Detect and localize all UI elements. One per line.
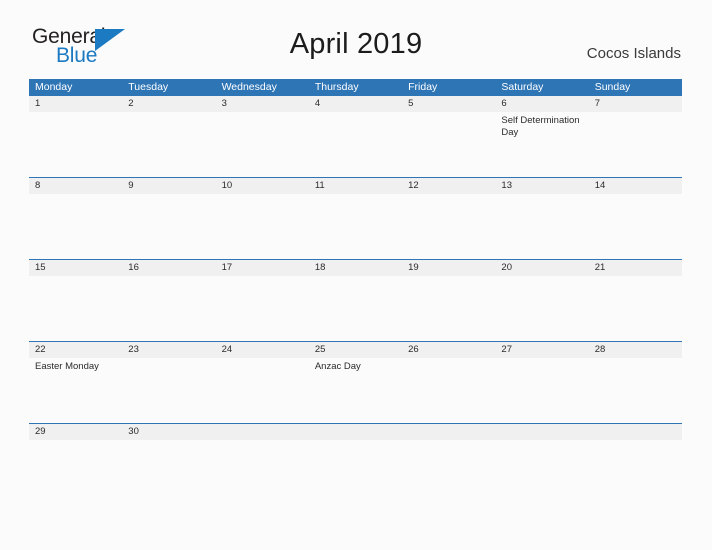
day-cell-empty xyxy=(29,112,122,176)
day-cell-empty xyxy=(216,358,309,422)
day-number-20[interactable]: 20 xyxy=(495,260,588,276)
calendar-week-row: 15 16 17 18 19 20 21 xyxy=(29,259,682,341)
day-cell-empty xyxy=(122,276,215,340)
page-header: General Blue April 2019 Cocos Islands xyxy=(0,0,712,67)
weekday-header-wednesday: Wednesday xyxy=(221,81,277,93)
day-event-6[interactable]: Self Determination Day xyxy=(495,112,588,176)
day-number-12[interactable]: 12 xyxy=(402,178,495,194)
day-number-5[interactable]: 5 xyxy=(402,96,495,112)
day-cell-empty xyxy=(589,358,682,422)
day-number-9[interactable]: 9 xyxy=(122,178,215,194)
day-number-28[interactable]: 28 xyxy=(589,342,682,358)
day-number-27[interactable]: 27 xyxy=(495,342,588,358)
day-number-2[interactable]: 2 xyxy=(122,96,215,112)
day-number-16[interactable]: 16 xyxy=(122,260,215,276)
day-cell-empty xyxy=(402,276,495,340)
calendar-weeks: 1 2 3 4 5 6 7 Self Determination Day 8 9 10 11 12 13 1… xyxy=(29,96,682,444)
day-event-25[interactable]: Anzac Day xyxy=(309,358,402,422)
weekday-header-friday: Friday xyxy=(408,81,438,93)
day-cell-empty xyxy=(589,112,682,176)
week-date-band: 15 16 17 18 19 20 21 xyxy=(29,260,682,276)
day-cell-empty xyxy=(495,358,588,422)
day-cell-empty xyxy=(122,112,215,176)
day-cell-empty xyxy=(122,440,215,444)
day-number-21[interactable]: 21 xyxy=(589,260,682,276)
weekday-header-saturday: Saturday xyxy=(501,81,544,93)
day-number-23[interactable]: 23 xyxy=(122,342,215,358)
day-number-8[interactable]: 8 xyxy=(29,178,122,194)
day-cell-empty xyxy=(589,194,682,258)
week-date-band: 22 23 24 25 26 27 28 xyxy=(29,342,682,358)
week-event-band xyxy=(29,276,682,340)
day-number-24[interactable]: 24 xyxy=(216,342,309,358)
week-date-band: 8 9 10 11 12 13 14 xyxy=(29,178,682,194)
day-number-4[interactable]: 4 xyxy=(309,96,402,112)
day-number-25[interactable]: 25 xyxy=(309,342,402,358)
day-number-14[interactable]: 14 xyxy=(589,178,682,194)
day-number-empty xyxy=(589,424,682,440)
day-number-15[interactable]: 15 xyxy=(29,260,122,276)
day-number-11[interactable]: 11 xyxy=(309,178,402,194)
day-number-empty xyxy=(495,424,588,440)
day-number-empty xyxy=(309,424,402,440)
day-cell-empty xyxy=(495,440,588,444)
region-label: Cocos Islands xyxy=(586,45,681,62)
day-cell-empty xyxy=(309,276,402,340)
day-number-7[interactable]: 7 xyxy=(589,96,682,112)
week-date-band: 1234567 xyxy=(29,96,682,112)
calendar-week-row: 29 30 xyxy=(29,423,682,444)
weekday-header-monday: Monday xyxy=(35,81,73,93)
day-number-26[interactable]: 26 xyxy=(402,342,495,358)
day-cell-empty xyxy=(402,112,495,176)
day-number-29[interactable]: 29 xyxy=(29,424,122,440)
week-event-band xyxy=(29,440,682,444)
day-cell-empty xyxy=(216,194,309,258)
day-cell-empty xyxy=(402,358,495,422)
week-event-band: Easter Monday Anzac Day xyxy=(29,358,682,422)
day-number-6[interactable]: 6 xyxy=(495,96,588,112)
day-cell-empty xyxy=(29,440,122,444)
week-event-band xyxy=(29,194,682,258)
calendar-week-row: 22 23 24 25 26 27 28 Easter Monday Anzac Day xyxy=(29,341,682,423)
day-number-17[interactable]: 17 xyxy=(216,260,309,276)
day-number-empty xyxy=(216,424,309,440)
day-cell-empty xyxy=(29,194,122,258)
day-number-19[interactable]: 19 xyxy=(402,260,495,276)
weekday-header-sunday: Sunday xyxy=(594,81,631,93)
day-number-1[interactable]: 1 xyxy=(29,96,122,112)
day-cell-empty xyxy=(589,440,682,444)
day-event-22[interactable]: Easter Monday xyxy=(29,358,122,422)
day-number-empty xyxy=(402,424,495,440)
weekday-header-thursday: Thursday xyxy=(314,81,359,93)
day-cell-empty xyxy=(402,194,495,258)
calendar-week-row: 8 9 10 11 12 13 14 xyxy=(29,177,682,259)
calendar-week-row: 1 2 3 4 5 6 7 Self Determination Day xyxy=(29,96,682,177)
day-cell-empty xyxy=(402,440,495,444)
day-number-13[interactable]: 13 xyxy=(495,178,588,194)
calendar-page: General Blue April 2019 Cocos Islands Mo… xyxy=(0,0,712,550)
day-number-18[interactable]: 18 xyxy=(309,260,402,276)
day-cell-empty xyxy=(122,358,215,422)
day-number-3[interactable]: 3 xyxy=(216,96,309,112)
day-cell-empty xyxy=(216,276,309,340)
day-number-30[interactable]: 30 xyxy=(122,424,215,440)
calendar-grid: Monday Tuesday Wednesday Thursday Friday Satu… xyxy=(29,79,682,444)
day-cell-empty xyxy=(309,440,402,444)
week-date-band: 29 30 xyxy=(29,424,682,440)
day-cell-empty xyxy=(495,194,588,258)
day-cell-empty xyxy=(216,112,309,176)
weekday-header-tuesday: Tuesday xyxy=(128,81,169,93)
day-cell-empty xyxy=(122,194,215,258)
day-cell-empty xyxy=(495,276,588,340)
day-number-22[interactable]: 22 xyxy=(29,342,122,358)
day-number-10[interactable]: 10 xyxy=(216,178,309,194)
day-cell-empty xyxy=(589,276,682,340)
day-cell-empty xyxy=(309,194,402,258)
day-cell-empty xyxy=(216,440,309,444)
day-cell-empty xyxy=(29,276,122,340)
week-event-band: Self Determination Day xyxy=(29,112,682,176)
day-cell-empty xyxy=(309,112,402,176)
weekday-header-row: Monday Tuesday Wednesday Thursday Friday Satu… xyxy=(29,79,682,96)
